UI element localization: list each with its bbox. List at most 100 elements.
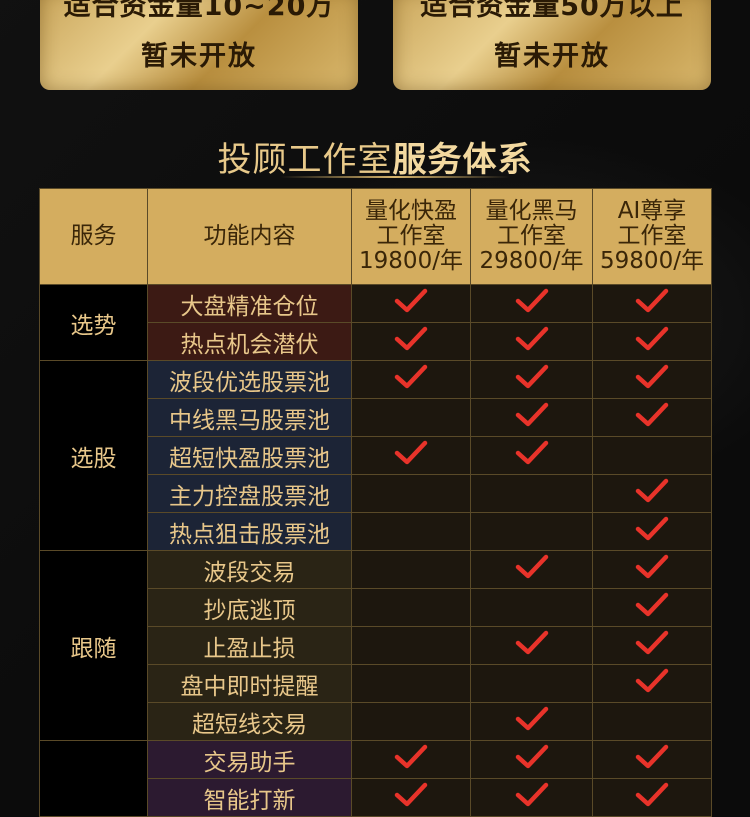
plan-card-small-capital[interactable]: 适合资金量10~20万 暂未开放: [40, 0, 358, 90]
feature-name: 主力控盘股票池: [147, 474, 352, 513]
plan-2-cell: [470, 322, 593, 361]
checkmark-icon: [635, 478, 669, 502]
feature-name: 超短线交易: [147, 702, 352, 741]
feature-name: 波段优选股票池: [147, 360, 352, 399]
table-row: 交易助手: [39, 740, 712, 817]
checkmark-icon: [635, 782, 669, 806]
plan-2-cell: [470, 398, 593, 437]
service-group: 选股: [39, 360, 148, 551]
header-plan-1: 量化快盈 工作室 19800/年: [351, 188, 471, 285]
plan-1-cell: [351, 626, 471, 665]
plan-2-cell: [470, 740, 593, 779]
feature-name: 盘中即时提醒: [147, 664, 352, 703]
plan-2-cell: [470, 550, 593, 589]
service-comparison-table: 服务 功能内容 量化快盈 工作室 19800/年 量化黑马 工作室 29800/…: [39, 188, 712, 817]
plan-2-cell: [470, 284, 593, 323]
checkmark-icon: [635, 326, 669, 350]
feature-name: 智能打新: [147, 778, 352, 817]
checkmark-icon: [394, 782, 428, 806]
checkmark-icon: [515, 782, 548, 806]
table-header-row: 服务 功能内容 量化快盈 工作室 19800/年 量化黑马 工作室 29800/…: [39, 188, 712, 285]
plan-name-line1: 量化黑马: [485, 198, 578, 224]
feature-name: 热点狙击股票池: [147, 512, 352, 551]
checkmark-icon: [635, 668, 669, 692]
section-title-normal: 投顾工作室: [217, 140, 393, 180]
feature-name: 大盘精准仓位: [147, 284, 352, 323]
plan-price: 19800/年: [359, 248, 463, 274]
plan-2-cell: [470, 360, 593, 399]
feature-name: 超短快盈股票池: [147, 436, 352, 475]
plan-name-line2: 工作室: [376, 223, 446, 249]
checkmark-icon: [635, 554, 669, 578]
plan-2-cell: [470, 588, 593, 627]
checkmark-icon: [394, 288, 428, 312]
plan-name-line2: 工作室: [617, 223, 687, 249]
section-title: 投顾工作室服务体系: [0, 132, 750, 181]
plan-3-cell: [592, 436, 712, 475]
card-status: 暂未开放: [141, 41, 257, 72]
checkmark-icon: [635, 516, 669, 540]
card-status: 暂未开放: [494, 41, 610, 72]
plan-1-cell: [351, 702, 471, 741]
card-capital-range: 适合资金量10~20万: [63, 0, 335, 22]
checkmark-icon: [635, 288, 669, 312]
plan-1-cell: [351, 436, 471, 475]
checkmark-icon: [635, 402, 669, 426]
plan-2-cell: [470, 436, 593, 475]
checkmark-icon: [515, 364, 548, 388]
checkmark-icon: [515, 744, 548, 768]
checkmark-icon: [515, 326, 548, 350]
plan-1-cell: [351, 588, 471, 627]
plan-1-cell: [351, 474, 471, 513]
plan-1-cell: [351, 664, 471, 703]
plan-2-cell: [470, 626, 593, 665]
plan-price: 29800/年: [479, 248, 584, 274]
plan-2-cell: [470, 474, 593, 513]
plan-2-cell: [470, 778, 593, 817]
checkmark-icon: [635, 630, 669, 654]
plan-name-line1: AI尊享: [617, 198, 687, 224]
plan-3-cell: [592, 550, 712, 589]
table-row: 选势 大盘精准仓位: [39, 284, 712, 361]
plan-3-cell: [592, 588, 712, 627]
feature-name: 交易助手: [147, 740, 352, 779]
service-group: 跟随: [39, 550, 148, 741]
plan-1-cell: [351, 512, 471, 551]
plan-3-cell: [592, 322, 712, 361]
checkmark-icon: [635, 592, 669, 616]
feature-name: 热点机会潜伏: [147, 322, 352, 361]
section-title-bold: 服务体系: [392, 140, 533, 180]
plan-3-cell: [592, 664, 712, 703]
header-plan-3: AI尊享 工作室 59800/年: [592, 188, 712, 285]
feature-name: 波段交易: [147, 550, 352, 589]
plan-1-cell: [351, 398, 471, 437]
table-row: 选股 波段优选股票池: [39, 360, 712, 551]
checkmark-icon: [515, 440, 548, 464]
plan-price: 59800/年: [600, 248, 704, 274]
card-capital-range: 适合资金量50万以上: [420, 0, 684, 22]
feature-name: 止盈止损: [147, 626, 352, 665]
plan-1-cell: [351, 740, 471, 779]
checkmark-icon: [635, 364, 669, 388]
checkmark-icon: [394, 744, 428, 768]
plan-1-cell: [351, 550, 471, 589]
plan-1-cell: [351, 360, 471, 399]
service-group: 选势: [39, 284, 148, 361]
plan-3-cell: [592, 778, 712, 817]
checkmark-icon: [515, 554, 548, 578]
plan-3-cell: [592, 740, 712, 779]
plan-card-large-capital[interactable]: 适合资金量50万以上 暂未开放: [393, 0, 711, 90]
plan-1-cell: [351, 284, 471, 323]
header-service: 服务: [39, 188, 148, 285]
checkmark-icon: [515, 706, 548, 730]
feature-name: 抄底逃顶: [147, 588, 352, 627]
service-group: [39, 740, 148, 817]
plan-3-cell: [592, 702, 712, 741]
plan-1-cell: [351, 778, 471, 817]
plan-1-cell: [351, 322, 471, 361]
table-row: 跟随 波段交易: [39, 550, 712, 741]
plan-3-cell: [592, 284, 712, 323]
checkmark-icon: [635, 744, 669, 768]
header-feature: 功能内容: [147, 188, 352, 285]
plan-2-cell: [470, 702, 593, 741]
